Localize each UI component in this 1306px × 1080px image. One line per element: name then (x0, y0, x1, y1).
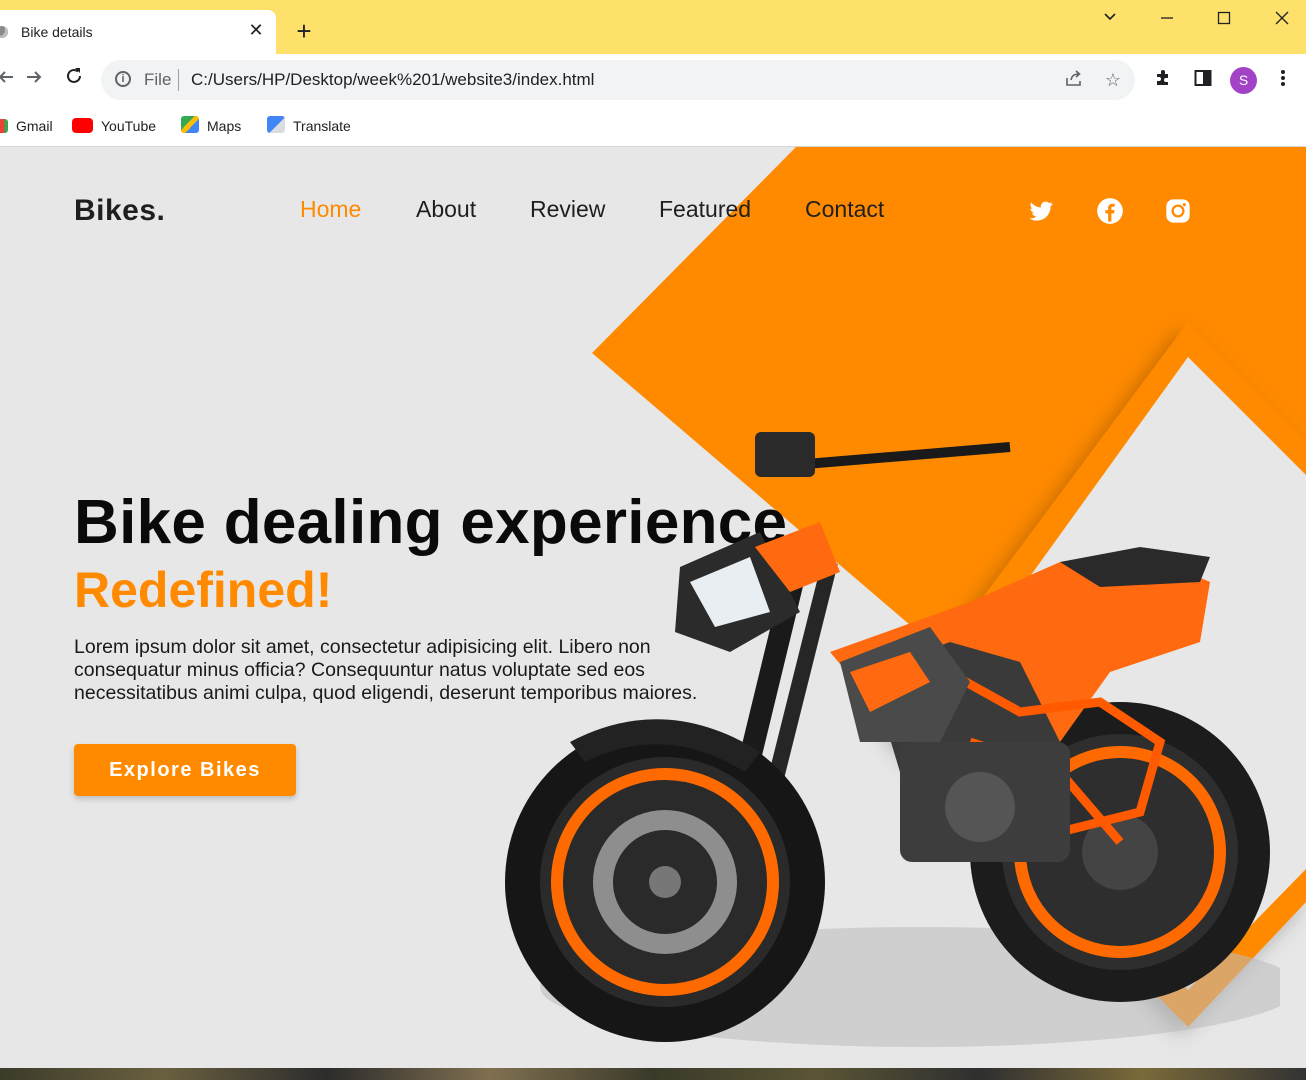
facebook-icon[interactable] (1096, 197, 1124, 225)
bookmark-label: Maps (207, 118, 242, 134)
explore-bikes-button[interactable]: Explore Bikes (74, 744, 296, 796)
nav-featured[interactable]: Featured (659, 196, 751, 223)
side-panel-icon[interactable] (1191, 68, 1215, 92)
close-window-button[interactable] (1267, 8, 1297, 34)
motorcycle-image (505, 432, 1280, 1047)
bookmark-label: Translate (293, 118, 351, 134)
share-icon[interactable] (1063, 69, 1085, 91)
back-button[interactable] (0, 66, 20, 94)
translate-icon (267, 116, 285, 133)
close-tab-icon[interactable]: ✕ (246, 20, 266, 40)
tab-title: Bike details (21, 24, 93, 40)
bookmark-maps[interactable]: Maps (181, 116, 241, 136)
more-menu-icon[interactable] (1271, 68, 1295, 92)
nav-home[interactable]: Home (300, 196, 361, 223)
site-logo[interactable]: Bikes. (74, 194, 165, 228)
nav-review[interactable]: Review (530, 196, 605, 223)
info-icon[interactable]: i (115, 71, 131, 87)
url-scheme: File (144, 70, 172, 89)
hero-subtitle: Redefined! (74, 562, 333, 618)
new-tab-button[interactable]: + (292, 18, 316, 44)
minimize-button[interactable] (1152, 8, 1182, 34)
profile-avatar[interactable]: S (1230, 67, 1257, 94)
forward-button[interactable] (20, 66, 48, 94)
desktop-wallpaper-strip (0, 1068, 1306, 1080)
browser-toolbar: i File C:/Users/HP/Desktop/week%201/webs… (0, 54, 1306, 106)
nav-contact[interactable]: Contact (805, 196, 884, 223)
youtube-icon (72, 118, 93, 133)
reload-button[interactable] (60, 66, 88, 94)
address-bar[interactable]: i File C:/Users/HP/Desktop/week%201/webs… (101, 60, 1135, 100)
extensions-icon[interactable] (1151, 68, 1175, 92)
globe-icon (0, 26, 8, 38)
web-page: Bikes. Home About Review Featured Contac… (0, 147, 1306, 1068)
bookmark-translate[interactable]: Translate (267, 116, 351, 136)
maximize-button[interactable] (1209, 8, 1239, 34)
browser-tab[interactable]: Bike details ✕ (0, 10, 276, 54)
bookmark-label: YouTube (101, 118, 157, 134)
bookmark-gmail[interactable]: Gmail (0, 116, 53, 136)
bookmarks-bar: Gmail YouTube Maps Translate (0, 106, 1306, 147)
bookmark-label: Gmail (16, 118, 53, 134)
tab-strip: Bike details ✕ + (0, 0, 1306, 54)
bookmark-star-icon[interactable]: ☆ (1102, 69, 1124, 91)
nav-about[interactable]: About (416, 196, 476, 223)
bookmark-youtube[interactable]: YouTube (72, 116, 156, 136)
url-separator (178, 69, 179, 91)
gmail-icon (0, 119, 8, 133)
tab-search-icon[interactable] (1095, 8, 1125, 34)
url-text[interactable]: C:/Users/HP/Desktop/week%201/website3/in… (191, 70, 594, 90)
twitter-icon[interactable] (1027, 197, 1055, 225)
maps-icon (181, 116, 199, 133)
instagram-icon[interactable] (1164, 197, 1192, 225)
